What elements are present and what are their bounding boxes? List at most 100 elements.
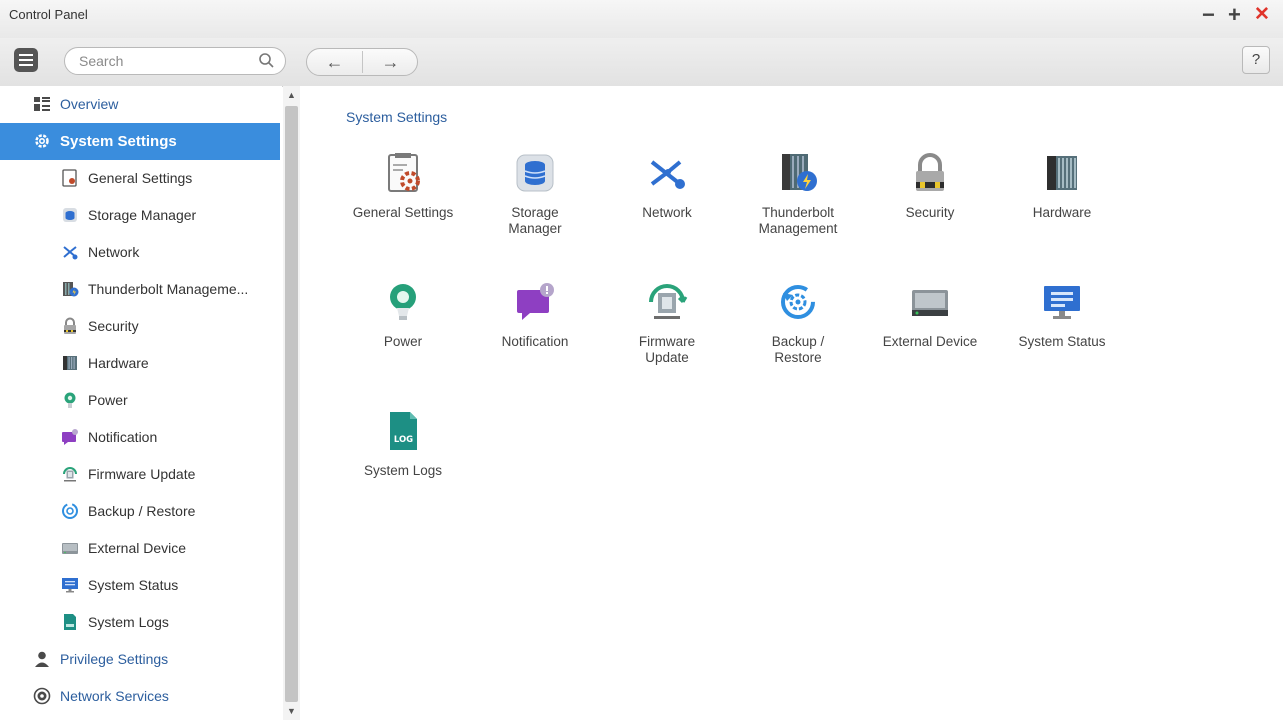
scroll-up-icon[interactable]: ▲ (287, 90, 296, 100)
hardware-icon (63, 356, 77, 370)
lock-icon (64, 317, 76, 334)
tile-firmware-update[interactable]: Firmware Update (603, 281, 731, 366)
sidebar-item-backup-restore[interactable]: Backup / Restore (0, 493, 280, 530)
sidebar-item-label: Network Services (60, 688, 169, 704)
tile-label: Security (905, 205, 955, 220)
monitor-icon (62, 578, 78, 593)
external-device-icon (912, 290, 948, 316)
sidebar-item-label: Network (88, 244, 140, 260)
sidebar-item-security[interactable]: Security (0, 308, 280, 345)
sidebar-item-label: General Settings (88, 170, 193, 186)
network-services-icon (33, 687, 51, 705)
tile-network[interactable]: Network (603, 152, 731, 221)
tile-backup-restore[interactable]: Backup / Restore (734, 281, 862, 366)
section-title: System Settings (346, 109, 448, 125)
window-title: Control Panel (9, 7, 88, 22)
tile-hardware[interactable]: Hardware (998, 152, 1126, 221)
sidebar-item-label: Firmware Update (88, 466, 196, 482)
tile-notification[interactable]: Notification (471, 281, 599, 350)
scroll-down-icon[interactable]: ▼ (287, 706, 296, 716)
external-device-icon (62, 543, 78, 554)
network-icon (63, 246, 78, 260)
tile-label: Storage Manager (508, 205, 562, 236)
toolbar: ← → ? (0, 38, 1283, 87)
minimize-button[interactable]: − (1202, 4, 1215, 26)
notification-icon (517, 283, 554, 320)
log-badge-text: LOG (394, 435, 413, 445)
firmware-icon (649, 284, 688, 319)
tile-general-settings[interactable]: General Settings (339, 152, 467, 221)
tile-label: Notification (501, 334, 569, 349)
sidebar-item-firmware-update[interactable]: Firmware Update (0, 456, 280, 493)
gear-icon (35, 134, 49, 148)
sidebar-item-label: Backup / Restore (88, 503, 196, 519)
main-content: System Settings General Settings Storage… (300, 86, 1283, 720)
sidebar-item-label: Privilege Settings (60, 651, 169, 667)
sidebar-item-notification[interactable]: Notification (0, 419, 280, 456)
network-icon (650, 160, 685, 189)
log-file-icon (64, 614, 76, 630)
sidebar-item-label: Storage Manager (88, 207, 197, 223)
sidebar-item-overview[interactable]: Overview (0, 86, 280, 123)
tile-label: Backup / Restore (771, 334, 825, 365)
forward-button[interactable]: → (363, 49, 418, 75)
back-button[interactable]: ← (307, 49, 362, 75)
tile-label: General Settings (352, 205, 454, 220)
search-icon[interactable] (258, 52, 276, 70)
user-icon (35, 651, 49, 667)
sidebar-item-system-settings[interactable]: System Settings (0, 123, 280, 160)
storage-icon (516, 154, 554, 192)
tile-label: Network (642, 205, 692, 220)
sidebar-item-label: System Logs (88, 614, 169, 630)
tile-label: System Status (1018, 334, 1106, 349)
sidebar-item-label: Power (88, 392, 128, 408)
search-input[interactable] (64, 47, 286, 75)
title-bar: Control Panel − + ✕ (0, 0, 1283, 38)
tile-system-status[interactable]: System Status (998, 281, 1126, 350)
sidebar-item-privilege-settings[interactable]: Privilege Settings (0, 641, 280, 678)
monitor-icon (1044, 286, 1080, 319)
general-settings-icon (62, 169, 77, 187)
tile-storage-manager[interactable]: Storage Manager (471, 152, 599, 237)
help-button[interactable]: ? (1242, 46, 1270, 74)
sidebar-item-network[interactable]: Network (0, 234, 280, 271)
tile-label: Firmware Update (638, 334, 696, 365)
sidebar-item-network-services[interactable]: Network Services (0, 678, 280, 715)
hardware-icon (1047, 156, 1077, 190)
sidebar-item-general-settings[interactable]: General Settings (0, 160, 280, 197)
power-bulb-icon (390, 284, 416, 320)
thunderbolt-icon (63, 282, 79, 297)
sidebar-item-system-status[interactable]: System Status (0, 567, 280, 604)
sidebar-scrollbar[interactable]: ▲ ▼ (283, 86, 300, 720)
backup-icon (62, 503, 78, 519)
close-button[interactable]: ✕ (1254, 4, 1270, 26)
sidebar-item-label: System Settings (60, 133, 177, 150)
tile-label: System Logs (363, 463, 443, 478)
tile-thunderbolt-management[interactable]: Thunderbolt Management (734, 152, 862, 237)
history-nav: ← → (306, 48, 418, 76)
sidebar-item-thunderbolt[interactable]: Thunderbolt Manageme... (0, 271, 280, 308)
sidebar-item-label: External Device (88, 540, 187, 556)
tile-label: Thunderbolt Management (758, 205, 838, 236)
sidebar-item-storage-manager[interactable]: Storage Manager (0, 197, 280, 234)
firmware-icon (63, 467, 77, 482)
sidebar-item-label: Notification (88, 429, 158, 445)
notification-icon (62, 429, 78, 445)
sidebar-item-power[interactable]: Power (0, 382, 280, 419)
sidebar-item-external-device[interactable]: External Device (0, 530, 280, 567)
sidebar-item-system-logs[interactable]: System Logs (0, 604, 280, 641)
maximize-button[interactable]: + (1228, 4, 1241, 26)
sidebar-item-label: System Status (88, 577, 179, 593)
tile-power[interactable]: Power (339, 281, 467, 350)
tile-label: Power (383, 334, 423, 349)
scroll-thumb[interactable] (285, 106, 298, 702)
sidebar-item-hardware[interactable]: Hardware (0, 345, 280, 382)
lock-icon (916, 153, 944, 191)
tile-security[interactable]: Security (866, 152, 994, 221)
tile-external-device[interactable]: External Device (866, 281, 994, 350)
tile-system-logs[interactable]: LOG System Logs (339, 410, 467, 479)
overview-icon (34, 97, 50, 111)
sidebar-item-label: Security (88, 318, 139, 334)
thunderbolt-icon (782, 154, 817, 191)
menu-toggle-icon[interactable] (14, 48, 38, 72)
